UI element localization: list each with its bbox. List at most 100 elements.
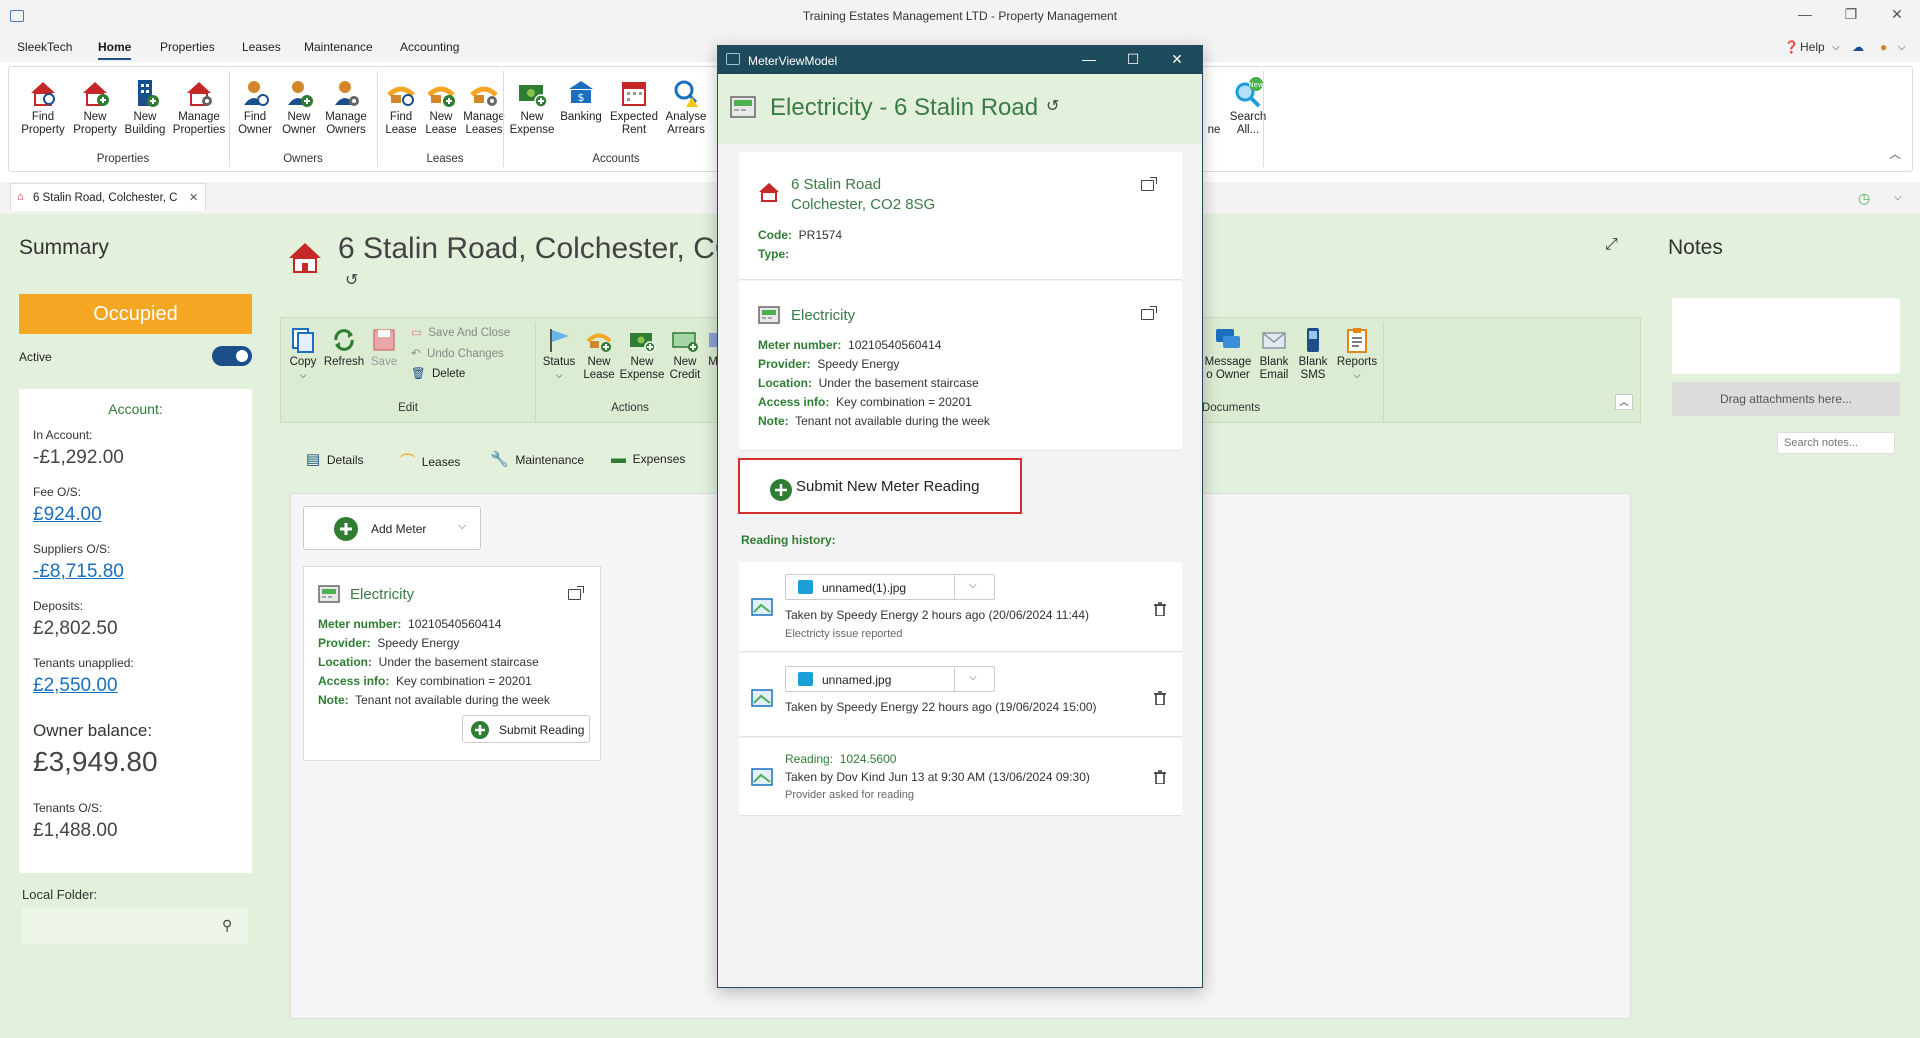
search-all-button[interactable]: New Search All... [1225, 77, 1271, 137]
attachment-selector[interactable]: unnamed(1).jpg ⌵ [785, 574, 995, 600]
close-tab-icon[interactable]: ✕ [189, 191, 198, 204]
new-property-button[interactable]: New Property [69, 77, 121, 137]
menu-maintenance[interactable]: Maintenance [304, 40, 373, 54]
tab-leases[interactable]: ⌒ Leases [400, 450, 460, 471]
maximize-icon[interactable]: ☐ [1118, 51, 1148, 68]
active-label: Active [19, 350, 52, 364]
history-icon[interactable]: ↺ [1046, 96, 1059, 116]
money-add-icon [516, 77, 548, 109]
refresh-clock-icon[interactable]: ◷ [1858, 190, 1870, 207]
local-folder-label: Local Folder: [22, 887, 98, 902]
blank-email-button[interactable]: Blank Email [1255, 326, 1293, 382]
provider-line: Provider: Speedy Energy [758, 357, 900, 371]
save-button[interactable]: Save [367, 326, 401, 369]
find-lease-button[interactable]: Find Lease [381, 77, 421, 137]
delete-button[interactable]: 🗑 Delete [411, 366, 465, 380]
new-expense-button[interactable]: New Expense [509, 77, 555, 137]
trash-icon[interactable] [1154, 770, 1166, 784]
note-input[interactable] [1672, 298, 1900, 374]
address-line1: 6 Stalin Road [791, 176, 882, 193]
history-icon[interactable]: ↺ [345, 270, 358, 290]
refresh-button[interactable]: Refresh [323, 326, 365, 369]
reports-button[interactable]: Reports ⌵ [1333, 326, 1381, 382]
lease-add-icon [585, 326, 613, 354]
person-gear-icon [330, 77, 362, 109]
popout-icon[interactable] [568, 586, 584, 600]
attachment-name: unnamed(1).jpg [822, 581, 907, 595]
undo-changes-button[interactable]: ↶ Undo Changes [411, 346, 504, 360]
new-building-button[interactable]: New Building [121, 77, 169, 137]
manage-properties-button[interactable]: Manage Properties [169, 77, 229, 137]
close-icon[interactable]: ✕ [1162, 51, 1192, 68]
chevron-down-icon[interactable]: ⌵ [458, 520, 466, 533]
svg-text:New: New [1248, 81, 1264, 89]
copy-button[interactable]: Copy ⌵ [285, 326, 321, 382]
chevron-down-icon[interactable]: ⌵ [954, 667, 994, 691]
expected-rent-button[interactable]: Expected Rent [609, 77, 659, 137]
menu-sleektech[interactable]: SleekTech [17, 40, 72, 54]
trash-icon[interactable] [1154, 691, 1166, 705]
undo-icon: ↶ [411, 348, 421, 360]
tenants-unapplied-link[interactable]: £2,550.00 [33, 675, 118, 697]
expand-icon[interactable]: ⤢ [1605, 236, 1618, 254]
fee-link[interactable]: £924.00 [33, 504, 102, 526]
collapse-ribbon-icon[interactable]: ︿ [1615, 394, 1633, 410]
analyse-arrears-button[interactable]: Analyse Arrears [661, 77, 711, 137]
manage-leases-button[interactable]: Manage Leases [461, 77, 507, 137]
help-link[interactable]: Help [1800, 40, 1825, 54]
new-credit-button[interactable]: New Credit [665, 326, 705, 382]
doc-tab-property[interactable]: ⌂ 6 Stalin Road, Colchester, C ✕ [10, 183, 206, 211]
new-lease-button[interactable]: New Lease [581, 326, 617, 382]
chevron-down-icon[interactable]: ⌵ [1898, 42, 1906, 53]
popout-icon[interactable] [1141, 306, 1157, 320]
attachment-selector[interactable]: unnamed.jpg ⌵ [785, 666, 995, 692]
minimize-icon[interactable]: — [1790, 6, 1820, 22]
find-owner-button[interactable]: Find Owner [233, 77, 277, 137]
menu-accounting[interactable]: Accounting [400, 40, 459, 54]
submit-new-meter-reading-button[interactable]: Submit New Meter Reading [738, 458, 1022, 514]
attachment-dropzone[interactable]: Drag attachments here... [1672, 382, 1900, 416]
message-owner-button[interactable]: Message o Owner [1203, 326, 1253, 382]
tab-details[interactable]: ▤ Details [306, 450, 364, 468]
popout-icon[interactable] [1141, 177, 1157, 191]
local-folder-input[interactable]: ⚲ [22, 908, 248, 944]
close-icon[interactable]: ✕ [1882, 6, 1912, 23]
new-owner-button[interactable]: New Owner [277, 77, 321, 137]
add-meter-button[interactable]: Add Meter ⌵ [303, 506, 481, 550]
search-icon[interactable]: ⚲ [222, 917, 232, 934]
chevron-down-icon[interactable]: ⌵ [954, 575, 994, 599]
submit-reading-button[interactable]: Submit Reading [462, 715, 590, 743]
app-icon [726, 53, 740, 65]
lease-gear-icon [468, 77, 500, 109]
help-icon[interactable]: ❓ [1784, 40, 1799, 54]
status-button[interactable]: Status ⌵ [539, 326, 579, 382]
group-accounts: Accounts [592, 153, 640, 165]
new-lease-button[interactable]: New Lease [421, 77, 461, 137]
save-and-close-button[interactable]: ▭ Save And Close [411, 325, 510, 339]
suppliers-link[interactable]: -£8,715.80 [33, 561, 124, 583]
chevron-down-icon[interactable]: ⌵ [1832, 42, 1840, 53]
minimize-icon[interactable]: — [1074, 51, 1104, 67]
house-icon [759, 183, 779, 202]
dialog-title-bar: MeterViewModel — ☐ ✕ [718, 46, 1202, 74]
collapse-ribbon-icon[interactable]: ︿ [1889, 145, 1901, 162]
in-account-label: In Account: [33, 428, 93, 442]
user-icon[interactable]: ● [1880, 40, 1887, 54]
active-toggle[interactable] [212, 346, 252, 366]
search-notes-input[interactable]: Search notes... [1777, 432, 1895, 454]
manage-owners-button[interactable]: Manage Owners [321, 77, 371, 137]
cloud-icon[interactable]: ☁ [1852, 40, 1864, 54]
restore-icon[interactable]: ❐ [1836, 6, 1866, 23]
chevron-down-icon[interactable]: ⌵ [1894, 192, 1902, 203]
find-property-button[interactable]: Find Property [17, 77, 69, 137]
new-expense-button[interactable]: New Expense [619, 326, 665, 382]
partial-ribbon-button[interactable]: ne [1207, 77, 1221, 137]
menu-leases[interactable]: Leases [242, 40, 281, 54]
blank-sms-button[interactable]: Blank SMS [1295, 326, 1331, 382]
menu-home[interactable]: Home [98, 40, 132, 60]
banking-button[interactable]: $ Banking [557, 77, 605, 124]
tab-expenses[interactable]: ▬ Expenses [611, 450, 685, 467]
menu-properties[interactable]: Properties [160, 40, 215, 54]
tab-maintenance[interactable]: 🔧 Maintenance [490, 450, 584, 468]
trash-icon[interactable] [1154, 602, 1166, 616]
